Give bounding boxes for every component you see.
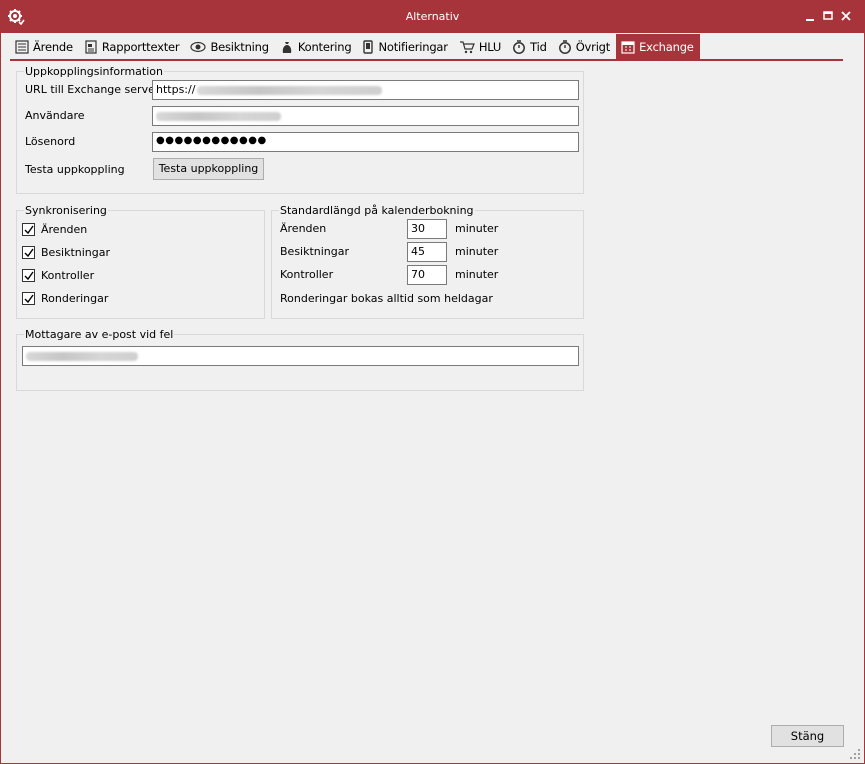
sync-besiktningar-checkbox[interactable]: [22, 246, 35, 259]
booking-row-label: Ärenden: [280, 222, 327, 235]
connection-legend: Uppkopplingsinformation: [24, 65, 164, 78]
user-label: Användare: [25, 109, 85, 122]
sync-legend: Synkronisering: [24, 204, 108, 217]
stopwatch-icon: [558, 40, 571, 54]
checkmark-icon: [24, 294, 34, 304]
close-button[interactable]: Stäng: [771, 725, 844, 747]
booking-row-label: Besiktningar: [280, 245, 350, 258]
checkmark-icon: [24, 271, 34, 281]
close-icon: [841, 11, 851, 21]
booking-unit: minuter: [455, 222, 499, 235]
sync-kontroller-checkbox[interactable]: [22, 269, 35, 282]
tab-label: Exchange: [639, 40, 694, 54]
calendar-icon: [621, 41, 635, 54]
url-label: URL till Exchange server: [25, 83, 160, 96]
booking-arenden-input[interactable]: 30: [407, 219, 447, 239]
tab-bar: Ärende Rapporttexter Besiktning Konterin…: [10, 34, 700, 60]
form-icon: [15, 40, 29, 54]
redacted-text: [197, 85, 383, 95]
booking-unit: minuter: [455, 268, 499, 281]
password-label: Lösenord: [25, 135, 76, 148]
tab-arende[interactable]: Ärende: [10, 34, 79, 60]
cart-icon: [459, 41, 475, 54]
url-input[interactable]: https://: [152, 80, 579, 100]
money-bag-icon: [282, 42, 292, 53]
checkmark-icon: [24, 225, 34, 235]
redacted-text: [156, 111, 281, 121]
tab-label: Besiktning: [210, 40, 269, 54]
tab-label: Kontering: [297, 40, 352, 54]
booking-unit: minuter: [455, 245, 499, 258]
tab-tid[interactable]: Tid: [507, 34, 553, 60]
booking-kontroller-input[interactable]: 70: [407, 265, 447, 285]
maximize-button[interactable]: [819, 7, 837, 25]
tab-label: Ärende: [33, 40, 73, 54]
phone-icon: [363, 40, 374, 54]
email-legend: Mottagare av e-post vid fel: [24, 328, 175, 341]
sync-ronderingar-checkbox[interactable]: [22, 292, 35, 305]
booking-besiktningar-input[interactable]: 45: [407, 242, 447, 262]
sync-item-label: Besiktningar: [41, 246, 111, 259]
tab-label: HLU: [478, 40, 502, 54]
tab-notifieringar[interactable]: Notifieringar: [357, 34, 453, 60]
redacted-text: [26, 351, 138, 361]
window-title: Alternativ: [405, 10, 460, 23]
sync-item-label: Ronderingar: [41, 292, 109, 305]
title-bar: Alternativ: [1, 1, 864, 33]
test-connection-label: Testa uppkoppling: [25, 163, 125, 176]
options-window: Alternativ Ärende Rapporttexter Besiktni…: [0, 0, 865, 764]
tab-besiktning[interactable]: Besiktning: [185, 34, 274, 60]
close-window-button[interactable]: [837, 7, 855, 25]
tab-label: Notifieringar: [378, 40, 448, 54]
report-icon: [85, 40, 97, 54]
tab-label: Övrigt: [575, 40, 611, 54]
checkmark-icon: [24, 248, 34, 258]
url-value: https://: [156, 83, 196, 96]
password-input[interactable]: ●●●●●●●●●●●●: [152, 132, 579, 152]
tab-rapporttexter[interactable]: Rapporttexter: [79, 34, 186, 60]
stopwatch-icon: [513, 40, 526, 54]
maximize-icon: [823, 11, 833, 20]
tab-underline: [10, 59, 843, 61]
sync-item-label: Kontroller: [41, 269, 95, 282]
test-connection-button[interactable]: Testa uppkoppling: [153, 158, 264, 180]
tab-exchange[interactable]: Exchange: [616, 34, 700, 60]
tab-label: Tid: [530, 40, 547, 54]
sync-item-label: Ärenden: [41, 223, 88, 236]
user-input[interactable]: [152, 106, 579, 126]
resize-grip-icon[interactable]: [850, 749, 860, 759]
booking-legend: Standardlängd på kalenderbokning: [279, 204, 475, 217]
tab-kontering[interactable]: Kontering: [275, 34, 358, 60]
tab-label: Rapporttexter: [101, 40, 180, 54]
sync-arenden-checkbox[interactable]: [22, 223, 35, 236]
minimize-icon: [806, 19, 814, 21]
booking-row-label: Kontroller: [280, 268, 334, 281]
email-input[interactable]: [22, 346, 579, 366]
minimize-button[interactable]: [801, 7, 819, 25]
tab-hlu[interactable]: HLU: [454, 34, 507, 60]
booking-note: Ronderingar bokas alltid som heldagar: [280, 292, 493, 305]
eye-icon: [190, 41, 207, 53]
tab-ovrigt[interactable]: Övrigt: [553, 34, 616, 60]
